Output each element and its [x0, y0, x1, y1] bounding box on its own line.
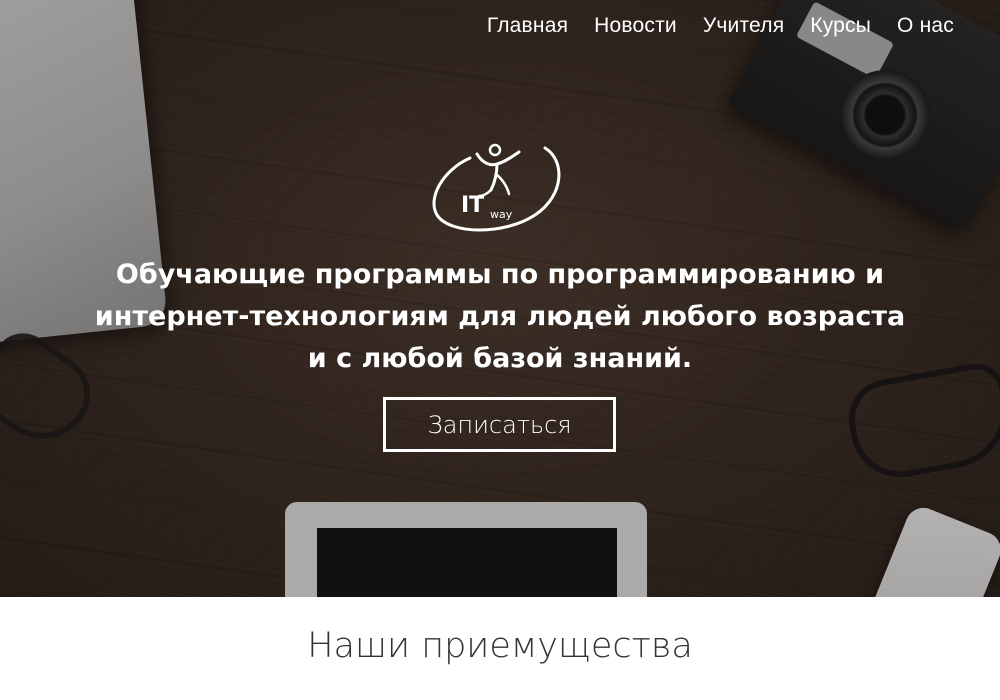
nav-item-courses[interactable]: Курсы [810, 14, 871, 38]
logo-text-way: way [490, 208, 513, 221]
nav-item-teachers[interactable]: Учителя [703, 14, 784, 38]
logo-text-it: IT [461, 193, 484, 218]
nav-item-home[interactable]: Главная [487, 14, 568, 38]
phone-decoration [849, 502, 1000, 597]
camera-lens-decoration [840, 70, 930, 160]
top-navigation: Главная Новости Учителя Курсы О нас [461, 14, 954, 38]
nav-item-about[interactable]: О нас [897, 14, 954, 38]
apple-icon [922, 553, 944, 579]
nav-item-news[interactable]: Новости [594, 14, 677, 38]
itway-logo-icon[interactable]: IT way [425, 140, 575, 235]
signup-button[interactable]: Записаться [383, 397, 616, 452]
hero-headline: Обучающие программы по программированию … [94, 259, 906, 374]
tablet-screen-decoration [317, 528, 617, 597]
advantages-section-title: Наши приемущества [307, 626, 693, 666]
